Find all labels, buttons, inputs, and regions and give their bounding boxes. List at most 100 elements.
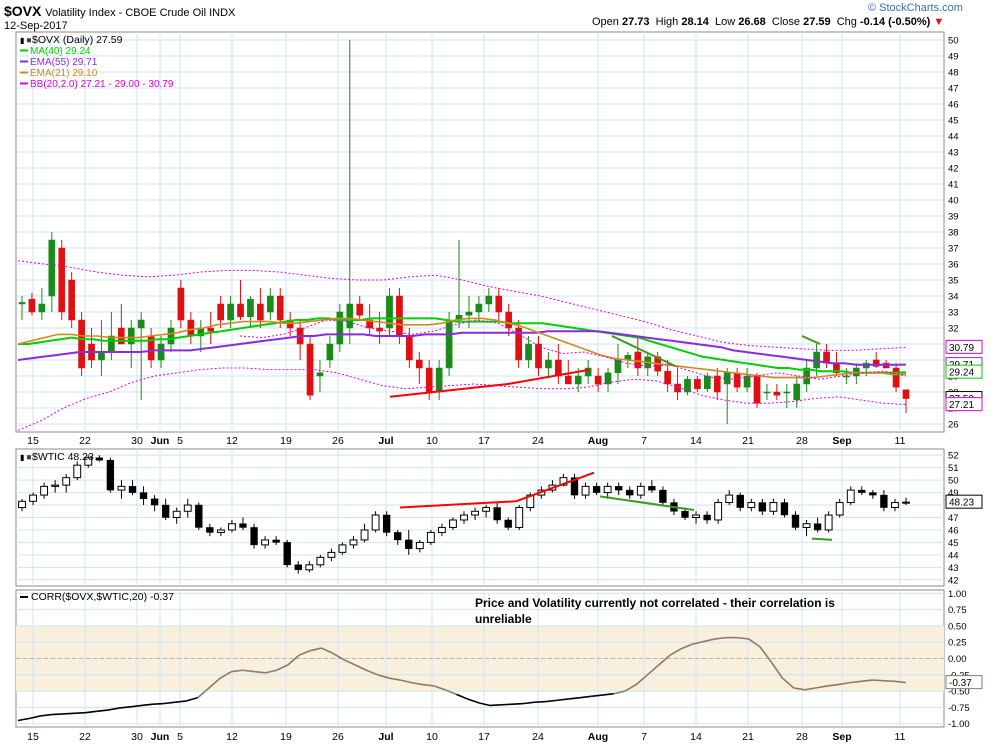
legend-ema55: EMA(55) 29.71 [30,57,98,68]
candle-body [266,295,274,313]
candle-body [106,459,115,491]
candle-body [425,367,433,393]
candle-body [28,298,36,313]
y-tick-label: 48 [948,68,959,79]
correlation-line-segment [62,712,75,715]
candle-body [371,514,380,531]
y-tick-label: 43 [948,563,959,574]
candle-body [460,514,468,521]
candle-body [128,486,137,493]
candle-body [38,303,46,313]
y-tick-label: 0.50 [948,621,967,632]
candle-body [276,295,284,321]
candle-body [846,489,855,504]
y-tick-label: 52 [948,451,959,462]
x-tick-label-top: 7 [641,435,647,447]
candle-body [736,494,744,508]
candle-body [592,486,601,493]
candle-body [813,523,822,531]
candle-body [415,359,423,369]
chart-page: $OVX Volatility Index - CBOE Crude Oil I… [0,0,990,744]
candle-body [338,544,347,553]
candle-body [902,501,910,504]
x-tick-label-bottom: 7 [641,731,647,743]
y-tick-label: 33 [948,308,959,319]
candle-body [426,531,435,543]
candle-body [157,343,165,361]
tag-corr: -0.37 [949,678,972,689]
candle-body [493,507,501,521]
candle-body [802,523,811,528]
candle-body [634,351,642,369]
x-tick-label-top: 14 [690,435,702,447]
y-tick-label: 41 [948,180,959,191]
candle-body [206,527,214,533]
y-tick-label: 46 [948,100,959,111]
candle-body [137,319,145,329]
candle-body [843,375,850,378]
candle-body [793,383,801,401]
correlation-line-segment [490,704,502,707]
candle-body [326,343,334,361]
candle-body [835,502,844,516]
y-tick-label: 0.25 [948,638,967,649]
candle-body [636,485,645,496]
candle-body [615,486,623,491]
y-tick-label: 35 [948,276,959,287]
candle-body [183,504,192,512]
candle-body [95,457,104,461]
candle-body [172,510,181,519]
candle-body [659,489,667,503]
y-tick-label: 26 [948,420,959,431]
x-tick-label-top: Sep [832,435,851,447]
candle-body [773,391,781,396]
correlation-line-segment [512,702,524,705]
legend-ema21: EMA(21) 29.10 [30,68,98,79]
candle-body [594,375,602,385]
candle-body [177,287,185,321]
candle-body [195,504,203,528]
annotation-line-1: Price and Volatility currently not corre… [475,596,835,610]
x-tick-label-top: 11 [895,435,906,447]
candle-body [294,564,302,571]
correlation-line-segment [535,700,547,704]
candle-body [449,519,457,528]
x-tick-label-bottom: Jun [151,731,170,743]
x-tick-label-bottom: 28 [796,731,808,743]
candle-body [73,464,82,479]
candle-body [316,372,324,377]
candle-body [394,532,402,541]
candle-body [495,295,503,313]
x-tick-label-top: Jul [378,435,393,447]
candle-body [396,295,403,337]
candle-body [435,367,443,393]
candle-body [98,351,105,361]
legend-corr: CORR($OVX,$WTIC,20) -0.37 [31,591,174,603]
candle-body [824,514,833,531]
y-tick-label: 40 [948,196,959,207]
candle-body [62,477,71,486]
y-tick-label: 50 [948,476,959,487]
candle-body [327,551,336,558]
candle-body [261,539,270,546]
candle-body [51,484,60,487]
x-tick-label-bottom: 5 [177,731,183,743]
candle-body [237,303,244,318]
candle-body [161,504,170,518]
x-tick-label-top: 28 [796,435,808,447]
y-tick-label: 1.00 [948,589,967,600]
y-tick-label: 39 [948,212,959,223]
y-tick-label: 47 [948,84,959,95]
y-tick-label: -1.00 [948,719,970,730]
candle-body [564,375,572,385]
x-tick-label-bottom: 24 [532,731,544,743]
y-tick-label: 42 [948,164,959,175]
candle-body [18,500,26,509]
candle-body [703,514,711,521]
candle-body [58,247,66,313]
candle-body [714,502,723,521]
candle-body [482,507,491,512]
candle-body [545,359,552,369]
y-tick-label: 45 [948,538,959,549]
correlation-line-segment [501,703,513,706]
